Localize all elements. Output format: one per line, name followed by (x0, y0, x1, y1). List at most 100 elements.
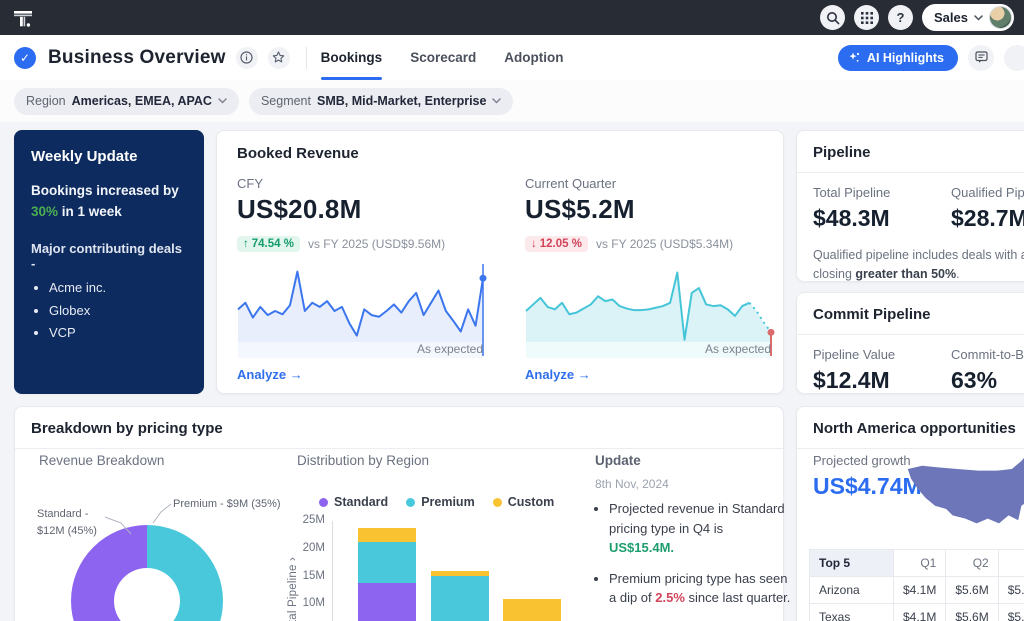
analyze-link[interactable]: Analyze → (237, 367, 303, 382)
ai-highlights-button[interactable]: AI Highlights (838, 45, 958, 71)
page-header: ✓ Business Overview Bookings Scorecard A… (0, 35, 1024, 80)
pricing-breakdown-card: Breakdown by pricing type Revenue Breakd… (14, 406, 784, 621)
legend-dot-premium (406, 498, 415, 507)
header-q2[interactable]: Q2 (946, 550, 998, 577)
header-q1[interactable]: Q1 (894, 550, 946, 577)
commit-pipeline-card: Commit Pipeline Pipeline Value $12.4M Co… (796, 292, 1024, 394)
dashboard-content: Weekly Update Bookings increased by 30% … (0, 122, 1024, 621)
table-header-row: Top 5 Q1 Q2 Q3 (810, 550, 1024, 577)
north-america-card: North America opportunities Projected gr… (796, 406, 1024, 621)
star-icon[interactable] (268, 47, 290, 69)
compare-text: vs FY 2025 (USD$9.56M) (308, 237, 445, 251)
total-pipeline-metric: Total Pipeline $48.3M (813, 185, 951, 232)
donut-hole (114, 568, 180, 621)
filter-segment[interactable]: Segment SMB, Mid-Market, Enterprise (249, 88, 514, 115)
breakdown-title: Breakdown by pricing type (31, 420, 223, 437)
donut-label-premium: Premium - $9M (35%) (173, 496, 281, 513)
apps-grid-icon[interactable] (854, 5, 879, 30)
comment-icon[interactable] (968, 45, 994, 71)
bar-segment-custom[interactable] (431, 571, 489, 575)
analyze-link[interactable]: Analyze → (525, 367, 591, 382)
ytick-20m: 20M (293, 542, 325, 554)
table-row: Texas $4.1M $5.6M $5.6M (810, 604, 1024, 621)
y-axis-label[interactable]: Total Pipeline › (287, 557, 299, 621)
compare-text: vs FY 2025 (USD$5.34M) (596, 237, 733, 251)
update-bullet: Projected revenue in Standard pricing ty… (609, 499, 791, 558)
user-avatar[interactable] (989, 6, 1012, 29)
update-bullets: Projected revenue in Standard pricing ty… (595, 499, 791, 621)
commit-to-book-metric: Commit-to-Book 63% (951, 347, 1024, 394)
help-icon[interactable]: ? (888, 5, 913, 30)
filter-segment-value: SMB, Mid-Market, Enterprise (317, 94, 486, 108)
stacked-bar[interactable] (431, 571, 489, 621)
arrow-down-icon: ↓ (531, 238, 537, 250)
stacked-bar[interactable] (358, 528, 416, 621)
donut-label-standard: Standard - $12M (45%) (37, 506, 97, 539)
cfy-sparkline-chart[interactable]: As expected (237, 262, 487, 358)
bar-segment-custom[interactable] (358, 528, 416, 541)
thoughtspot-logo-icon[interactable] (10, 5, 36, 31)
filter-region-value: Americas, EMEA, APAC (72, 94, 212, 108)
account-switcher[interactable]: Sales (922, 4, 1014, 31)
tab-bookings[interactable]: Bookings (321, 35, 383, 80)
bar-chart-legend: Standard Premium Custom (319, 495, 554, 509)
projected-growth-label: Projected growth (813, 453, 911, 468)
stacked-bar[interactable] (503, 599, 561, 621)
tab-scorecard[interactable]: Scorecard (410, 35, 476, 80)
pipeline-card: Pipeline Total Pipeline $48.3M Qualified… (796, 130, 1024, 282)
booked-revenue-card: Booked Revenue CFY US$20.8M ↑74.54 % vs … (216, 130, 784, 394)
region-bars-chart[interactable] (332, 519, 582, 621)
quarter-sparkline-chart[interactable]: As expected (525, 262, 775, 358)
kpi-cfy: CFY US$20.8M ↑74.54 % vs FY 2025 (USD$9.… (237, 168, 487, 384)
pipeline-note: Qualified pipeline includes deals with a… (797, 232, 1024, 284)
status-annotation: As expected (705, 342, 771, 356)
account-label: Sales (934, 10, 968, 25)
kpi-value: US$20.8M (237, 194, 487, 225)
info-icon[interactable] (236, 47, 258, 69)
delta-badge: ↑74.54 % (237, 236, 300, 252)
revenue-donut-chart[interactable] (71, 525, 223, 621)
header-q3[interactable]: Q3 (998, 550, 1024, 577)
filter-region[interactable]: Region Americas, EMEA, APAC (14, 88, 239, 115)
ai-highlights-label: AI Highlights (867, 51, 944, 65)
legend-dot-custom (493, 498, 502, 507)
status-annotation: As expected (417, 342, 483, 356)
update-subtitle: Update (595, 453, 641, 468)
header-top5[interactable]: Top 5 (810, 550, 894, 577)
search-icon[interactable] (820, 5, 845, 30)
chevron-down-icon (974, 15, 983, 21)
overflow-button-partial[interactable] (1004, 45, 1024, 71)
highlight-red: 2.5% (655, 590, 685, 605)
deal-item: VCP (49, 322, 187, 345)
bar-segment-premium[interactable] (431, 576, 489, 621)
bar-segment-custom[interactable] (503, 599, 561, 621)
deals-list: Acme inc. Globex VCP (49, 277, 187, 345)
kpi-label: Current Quarter (525, 176, 775, 191)
kpi-value: US$5.2M (525, 194, 775, 225)
bar-segment-premium[interactable] (358, 542, 416, 583)
north-america-title: North America opportunities (813, 420, 1016, 437)
tab-adoption[interactable]: Adoption (504, 35, 563, 80)
divider (306, 47, 307, 69)
top5-table: Top 5 Q1 Q2 Q3 Arizona $4.1M $5.6M $5.6M… (809, 549, 1024, 621)
bar-segment-standard[interactable] (358, 583, 416, 621)
kpi-label: CFY (237, 176, 487, 191)
deal-item: Acme inc. (49, 277, 187, 300)
deal-item: Globex (49, 300, 187, 323)
highlight-value: 30% (31, 204, 58, 219)
weekly-update-card: Weekly Update Bookings increased by 30% … (14, 130, 204, 394)
us-map[interactable] (903, 445, 1024, 549)
arrow-up-icon: ↑ (243, 238, 249, 250)
filter-region-name: Region (26, 94, 66, 108)
distribution-by-region-subtitle: Distribution by Region (297, 453, 429, 468)
update-date: 8th Nov, 2024 (595, 477, 669, 491)
top-app-bar: ? Sales (0, 0, 1024, 35)
chevron-down-icon (218, 98, 227, 104)
table-row: Arizona $4.1M $5.6M $5.6M (810, 577, 1024, 604)
filter-bar: Region Americas, EMEA, APAC Segment SMB,… (0, 80, 1024, 122)
ytick-25m: 25M (293, 514, 325, 526)
deals-label: Major contributing deals - (31, 241, 187, 271)
revenue-breakdown-subtitle: Revenue Breakdown (39, 453, 164, 468)
chevron-down-icon (492, 98, 501, 104)
weekly-update-headline: Bookings increased by 30% in 1 week (31, 181, 187, 223)
